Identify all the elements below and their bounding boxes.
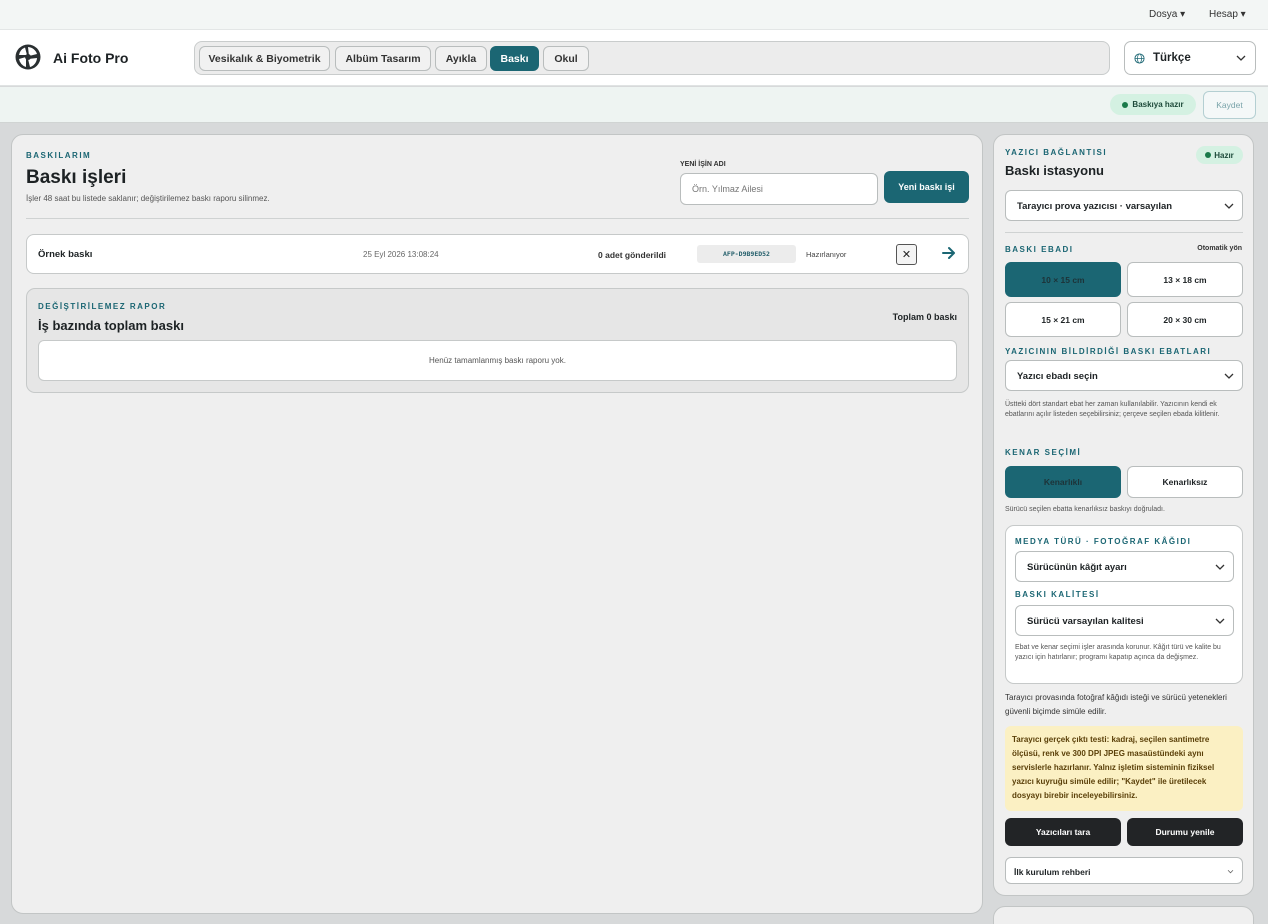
app-title: Ai Foto Pro	[53, 50, 129, 66]
report-empty-state: Henüz tamamlanmış baskı raporu yok.	[38, 340, 957, 381]
print-quality-eyebrow: BASKI KALİTESİ	[1015, 590, 1100, 599]
menu-bar: Dosya ▾ Hesap ▾	[0, 0, 1268, 30]
media-note: Ebat ve kenar seçimi işler arasında koru…	[1015, 644, 1221, 661]
size-option-13x18[interactable]: 13 × 18 cm	[1127, 262, 1243, 297]
chevron-down-icon	[1215, 564, 1225, 570]
arrow-right-icon[interactable]	[942, 246, 956, 260]
printer-panel: YAZICI BAĞLANTISI Hazır Baskı istasyonu …	[993, 134, 1254, 896]
tab-sort[interactable]: Ayıkla	[435, 46, 487, 71]
media-type-select-value: Sürücünün kâğıt ayarı	[1027, 562, 1127, 573]
printer-select-value: Tarayıcı prova yazıcısı · varsayılan	[1017, 201, 1173, 212]
report-eyebrow: DEĞİŞTİRİLEMEZ RAPOR	[38, 302, 167, 311]
media-type-eyebrow: MEDYA TÜRÜ · FOTOĞRAF KÂĞIDI	[1015, 537, 1192, 546]
refresh-status-button[interactable]: Durumu yenile	[1127, 818, 1243, 846]
printer-size-select[interactable]: Yazıcı ebadı seçin	[1005, 360, 1243, 391]
status-bar: Baskıya hazır Kaydet	[0, 87, 1268, 123]
module-tabs: Vesikalık & Biyometrik Albüm Tasarım Ayı…	[194, 41, 1110, 75]
chevron-down-icon	[1227, 869, 1234, 874]
app-header: Ai Foto Pro Vesikalık & Biyometrik Albüm…	[0, 30, 1268, 86]
border-eyebrow: KENAR SEÇİMİ	[1005, 448, 1082, 457]
tab-print[interactable]: Baskı	[490, 46, 539, 71]
browser-test-warning: Tarayıcı gerçek çıktı testi: kadraj, seç…	[1005, 726, 1243, 811]
printer-panel-title: Baskı istasyonu	[1005, 163, 1104, 178]
auto-orientation-label: Otomatik yön	[1197, 245, 1242, 252]
job-row[interactable]: Örnek baskı 25 Eyl 2026 13:08:24 0 adet …	[26, 234, 969, 274]
job-code: AFP-D9B9ED52	[697, 245, 796, 263]
print-ready-badge: Baskıya hazır	[1110, 94, 1196, 115]
setup-guide-toggle[interactable]: İlk kurulum rehberi	[1005, 857, 1243, 884]
tab-album-design[interactable]: Albüm Tasarım	[335, 46, 431, 71]
printer-select[interactable]: Tarayıcı prova yazıcısı · varsayılan	[1005, 190, 1243, 221]
chevron-down-icon	[1224, 203, 1234, 209]
language-select[interactable]: Türkçe	[1124, 41, 1256, 75]
new-print-job-button[interactable]: Yeni baskı işi	[884, 171, 969, 203]
job-sent-count: 0 adet gönderildi	[598, 250, 667, 260]
print-jobs-panel: BASKILARIM Baskı işleri İşler 48 saat bu…	[11, 134, 983, 914]
setup-guide-label: İlk kurulum rehberi	[1014, 867, 1091, 877]
divider	[1005, 232, 1243, 233]
printer-status-badge: Hazır	[1196, 146, 1243, 164]
job-date: 25 Eyl 2026 13:08:24	[363, 250, 439, 259]
next-panel-edge	[993, 906, 1254, 924]
report-title: İş bazında toplam baskı	[38, 318, 184, 333]
media-settings-card: MEDYA TÜRÜ · FOTOĞRAF KÂĞIDI Sürücünün k…	[1005, 525, 1243, 684]
new-job-name-input[interactable]	[680, 173, 878, 205]
size-option-15x21[interactable]: 15 × 21 cm	[1005, 302, 1121, 337]
print-quality-select[interactable]: Sürücü varsayılan kalitesi	[1015, 605, 1234, 636]
printer-status-label: Hazır	[1214, 150, 1234, 160]
status-dot-icon	[1205, 152, 1212, 158]
border-note: Sürücü seçilen ebatta kenarlıksız baskıy…	[1005, 506, 1165, 513]
simulation-note: Tarayıcı provasında fotoğraf kâğıdı iste…	[1005, 693, 1227, 716]
printer-sizes-eyebrow: YAZICININ BİLDİRDİĞİ BASKI EBATLARI	[1005, 347, 1212, 356]
media-type-select[interactable]: Sürücünün kâğıt ayarı	[1015, 551, 1234, 582]
printer-connection-eyebrow: YAZICI BAĞLANTISI	[1005, 148, 1108, 157]
aperture-logo-icon	[15, 44, 41, 70]
section-eyebrow: BASKILARIM	[26, 151, 92, 160]
border-option-bordered[interactable]: Kenarlıklı	[1005, 466, 1121, 498]
job-name: Örnek baskı	[38, 249, 93, 260]
tab-biometric[interactable]: Vesikalık & Biyometrik	[199, 46, 330, 71]
scan-printers-button[interactable]: Yazıcıları tara	[1005, 818, 1121, 846]
chevron-down-icon	[1224, 373, 1234, 379]
printer-sizes-note: Üstteki dört standart ebat her zaman kul…	[1005, 401, 1220, 418]
language-label: Türkçe	[1153, 52, 1191, 64]
save-button[interactable]: Kaydet	[1203, 91, 1256, 119]
status-dot-icon	[1122, 101, 1129, 108]
border-option-borderless[interactable]: Kenarlıksız	[1127, 466, 1243, 498]
delete-job-button[interactable]: ✕	[896, 244, 917, 265]
new-job-name-label: YENİ İŞİN ADI	[680, 161, 726, 168]
immutable-report: DEĞİŞTİRİLEMEZ RAPOR İş bazında toplam b…	[26, 288, 969, 393]
chevron-down-icon	[1215, 618, 1225, 624]
job-state: Hazırlanıyor	[806, 250, 847, 259]
globe-icon	[1134, 53, 1145, 64]
page-subtitle: İşler 48 saat bu listede saklanır; değiş…	[26, 194, 270, 203]
tab-school[interactable]: Okul	[543, 46, 589, 71]
account-menu[interactable]: Hesap ▾	[1209, 9, 1246, 20]
file-menu[interactable]: Dosya ▾	[1149, 9, 1185, 20]
chevron-down-icon	[1236, 55, 1246, 61]
size-option-20x30[interactable]: 20 × 30 cm	[1127, 302, 1243, 337]
print-ready-label: Baskıya hazır	[1132, 100, 1184, 109]
size-option-10x15[interactable]: 10 × 15 cm	[1005, 262, 1121, 297]
printer-size-select-value: Yazıcı ebadı seçin	[1017, 371, 1098, 382]
page-title: Baskı işleri	[26, 167, 127, 188]
print-size-eyebrow: BASKI EBADI	[1005, 245, 1074, 254]
print-quality-select-value: Sürücü varsayılan kalitesi	[1027, 616, 1144, 627]
divider	[26, 218, 969, 219]
report-total: Toplam 0 baskı	[892, 312, 957, 322]
